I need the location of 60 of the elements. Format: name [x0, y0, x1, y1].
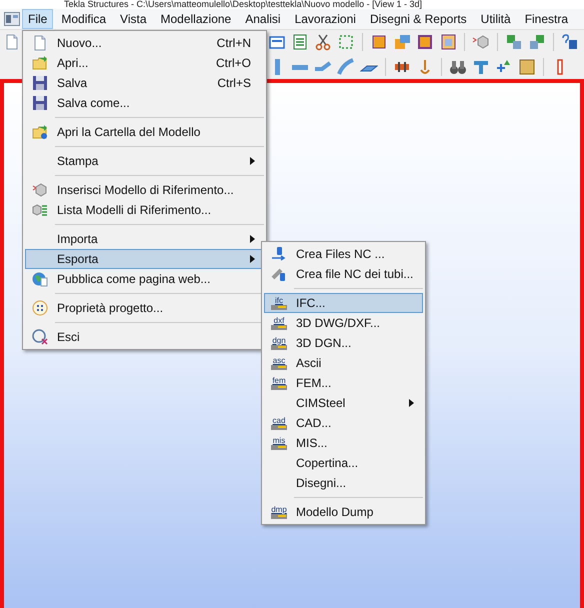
menu-item[interactable]: Modellazione: [154, 9, 238, 29]
menu-item[interactable]: Proprietà progetto...: [25, 298, 264, 318]
overlapping-squares-icon[interactable]: [528, 33, 546, 51]
menu-item[interactable]: dxf 3D DWG/DXF...: [264, 313, 423, 333]
menu-item[interactable]: ifc IFC...: [264, 293, 423, 313]
menu-item[interactable]: CIMSteel: [264, 393, 423, 413]
square-icon[interactable]: [518, 58, 536, 76]
folder-icon: [32, 124, 48, 140]
menu-item[interactable]: Utilità: [474, 9, 517, 29]
menu-item[interactable]: Finestra: [518, 9, 574, 29]
menu-item[interactable]: Modifica: [55, 9, 112, 29]
window-title: Tekla Structures - C:\Users\matteomulello\Desktop\testtekla\Nuovo modello - [View 1 - 3d]: [63, 0, 422, 9]
pin-arrow-icon: [271, 246, 287, 262]
app-icon[interactable]: [4, 12, 20, 26]
submenu-arrow-icon: [409, 399, 414, 407]
menu-item[interactable]: Inserisci Modello di Riferimento...: [25, 180, 264, 200]
overlapping-squares-icon[interactable]: [505, 33, 523, 51]
menu-item[interactable]: Stampa: [25, 151, 264, 171]
grid-circle-icon: [32, 300, 48, 316]
menu-item[interactable]: dgn 3D DGN...: [264, 333, 423, 353]
menu-item[interactable]: Vista: [114, 9, 152, 29]
menu-item[interactable]: fem FEM...: [264, 373, 423, 393]
menu-item[interactable]: Crea file NC dei tubi...: [264, 264, 423, 284]
menu-item[interactable]: Esci: [25, 327, 264, 347]
cube-list-icon: [32, 202, 48, 218]
submenu-arrow-icon: [250, 255, 255, 263]
menu-item[interactable]: dmp Modello Dump: [264, 502, 423, 522]
menu-item[interactable]: Esporta: [25, 249, 264, 269]
scissors-icon[interactable]: [314, 33, 332, 51]
menu-item[interactable]: Disegni...: [264, 473, 423, 493]
menu-item[interactable]: Copertina...: [264, 453, 423, 473]
menu-item[interactable]: asc Ascii: [264, 353, 423, 373]
curved-beam-icon[interactable]: [337, 58, 355, 76]
document-icon: [32, 35, 48, 51]
menu-item[interactable]: mis MIS...: [264, 433, 423, 453]
menu-item[interactable]: Crea Files NC ...: [264, 244, 423, 264]
menu-item[interactable]: File: [22, 9, 54, 29]
submenu-arrow-icon: [250, 157, 255, 165]
corner-square-icon[interactable]: [416, 33, 434, 51]
menu-item[interactable]: Disegni & Reports: [364, 9, 473, 29]
menu-item[interactable]: Salva come...: [25, 93, 264, 113]
menu-item[interactable]: cad CAD...: [264, 413, 423, 433]
globe-icon: [32, 271, 48, 287]
stacked-squares-icon[interactable]: [393, 33, 411, 51]
list-icon[interactable]: [291, 33, 309, 51]
document-icon[interactable]: [4, 34, 18, 50]
menu-item[interactable]: Importa: [25, 229, 264, 249]
exit-icon: [32, 329, 48, 345]
menu-item[interactable]: Salva Ctrl+S: [25, 73, 264, 93]
folder-icon: [32, 55, 48, 71]
menu-item[interactable]: Lavorazioni: [288, 9, 362, 29]
box-icon[interactable]: [439, 33, 457, 51]
submenu-arrow-icon: [250, 235, 255, 243]
menu-item[interactable]: Analisi: [239, 9, 287, 29]
dashed-square-icon[interactable]: [337, 33, 355, 51]
pipe-icon: [271, 266, 287, 282]
menu-item[interactable]: Apri la Cartella del Modello: [25, 122, 264, 142]
menu-item[interactable]: Pubblica come pagina web...: [25, 269, 264, 289]
menu-item[interactable]: Lista Modelli di Riferimento...: [25, 200, 264, 220]
square-icon[interactable]: [370, 33, 388, 51]
